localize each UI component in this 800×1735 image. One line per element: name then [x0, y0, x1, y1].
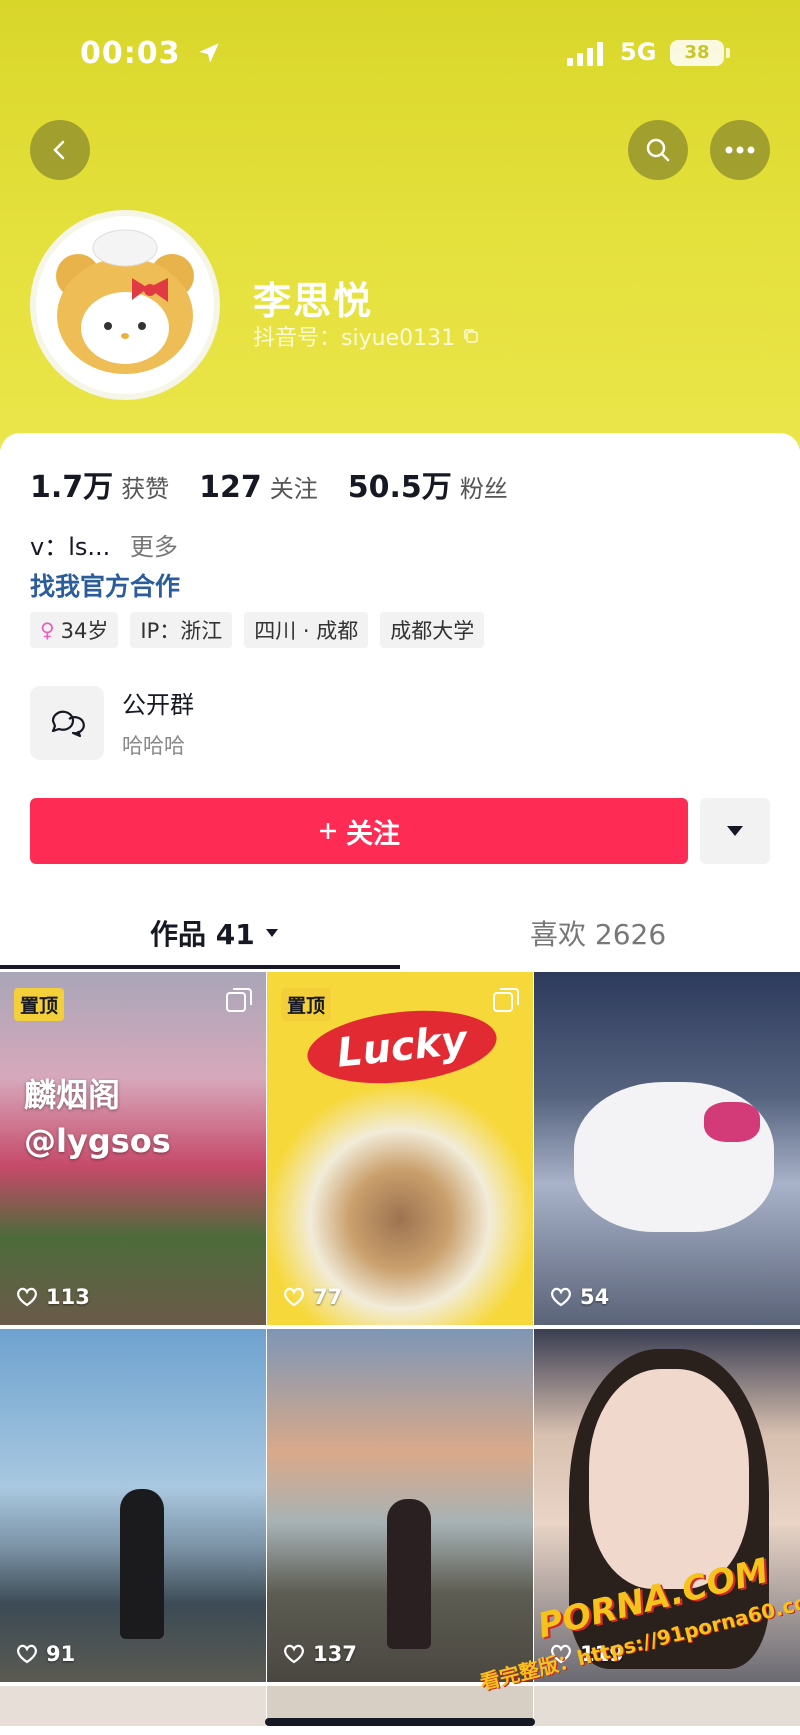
post-like-count: 113	[16, 1285, 90, 1309]
heart-icon	[17, 1287, 37, 1307]
stat-following-value: 127	[199, 470, 262, 505]
search-button[interactable]	[628, 120, 688, 180]
bio: v：ls... 更多	[30, 527, 178, 562]
post-thumbnail[interactable]: Lucky 置顶 77	[267, 972, 533, 1325]
group-title: 公开群	[122, 691, 194, 719]
caret-down-icon	[727, 826, 743, 836]
lucky-logo: Lucky	[303, 1002, 501, 1092]
tag-location-label: 四川 · 成都	[254, 619, 359, 643]
person-silhouette-image	[387, 1499, 431, 1649]
douyin-id[interactable]: 抖音号：siyue0131	[253, 320, 479, 352]
stat-likes[interactable]: 1.7万 获赞	[30, 462, 169, 506]
person-silhouette-image	[120, 1489, 164, 1639]
stat-following[interactable]: 127 关注	[199, 469, 318, 505]
status-bar: 00:03 5G 38	[0, 30, 800, 80]
douyin-id-text: 抖音号：siyue0131	[253, 326, 456, 351]
profile-name: 李思悦	[253, 279, 374, 323]
post-overlay-line1: 麟烟阁	[24, 1076, 121, 1114]
tag-ip: IP：浙江	[130, 612, 233, 648]
stat-likes-value: 1.7万	[30, 470, 114, 505]
tab-active-indicator	[0, 965, 400, 969]
group-icon-box	[30, 685, 104, 760]
plus-icon	[320, 823, 336, 839]
chevron-left-icon	[53, 140, 65, 160]
cake-bow-image	[704, 1102, 760, 1142]
follow-button-label: 关注	[346, 818, 400, 850]
tab-likes[interactable]: 喜欢 2626	[530, 913, 666, 953]
recommend-dropdown-button[interactable]	[700, 798, 770, 864]
tab-likes-label: 喜欢 2626	[530, 918, 667, 951]
search-icon	[646, 138, 670, 162]
post-thumbnail[interactable]	[534, 1686, 800, 1726]
bio-more-link[interactable]: 更多	[130, 533, 178, 561]
pinned-badge: 置顶	[14, 988, 65, 1021]
battery-icon: 38	[670, 40, 724, 66]
heart-icon	[17, 1644, 37, 1664]
status-time: 00:03	[80, 36, 181, 71]
chat-bubbles-icon	[51, 710, 85, 737]
post-like-count: 91	[16, 1642, 75, 1666]
tab-works-label: 作品 41	[150, 918, 255, 951]
home-indicator	[265, 1718, 535, 1726]
female-icon: ♀	[40, 618, 55, 642]
cooperation-link[interactable]: 找我官方合作	[30, 567, 180, 603]
more-dots-icon	[725, 146, 755, 154]
gallery-icon	[226, 988, 252, 1012]
avatar-hello-kitty-bear-image	[36, 216, 214, 394]
group-subtitle: 哈哈哈	[122, 734, 185, 758]
gallery-icon	[493, 988, 519, 1012]
stat-followers[interactable]: 50.5万 粉丝	[348, 462, 508, 506]
post-thumbnail[interactable]	[0, 1686, 266, 1726]
public-group-entry[interactable]: 公开群 哈哈哈	[30, 685, 194, 760]
bio-text: v：ls...	[30, 533, 111, 561]
more-button[interactable]	[710, 120, 770, 180]
stat-following-label: 关注	[269, 475, 318, 503]
tag-location: 四川 · 成都	[244, 612, 369, 648]
copy-icon[interactable]	[463, 328, 479, 344]
tag-school[interactable]: 成都大学	[380, 612, 485, 648]
post-like-value: 77	[313, 1285, 343, 1309]
post-thumbnail[interactable]: 91	[0, 1329, 266, 1682]
heart-icon	[284, 1287, 304, 1307]
caret-down-icon	[265, 929, 278, 937]
post-overlay-text: 麟烟阁 @lygsos	[24, 1072, 171, 1164]
profile-tags: ♀ 34岁 IP：浙江 四川 · 成都 成都大学	[30, 612, 485, 648]
portrait-face-image	[589, 1369, 749, 1589]
tag-age: ♀ 34岁	[30, 612, 119, 648]
post-like-count: 54	[550, 1285, 609, 1309]
stat-followers-value: 50.5万	[347, 470, 452, 505]
post-like-count: 77	[283, 1285, 342, 1309]
follow-button[interactable]: 关注	[30, 798, 688, 864]
tag-school-label: 成都大学	[390, 619, 475, 643]
tag-age-label: 34岁	[60, 619, 109, 643]
back-button[interactable]	[30, 120, 90, 180]
post-like-value: 137	[313, 1642, 357, 1666]
post-like-count: 137	[283, 1642, 357, 1666]
post-like-value: 54	[580, 1285, 610, 1309]
stat-likes-label: 获赞	[121, 475, 170, 503]
tag-ip-label: IP：浙江	[140, 619, 223, 643]
post-like-value: 91	[46, 1642, 76, 1666]
pinned-badge: 置顶	[281, 988, 332, 1021]
post-like-value: 113	[46, 1285, 90, 1309]
tab-works[interactable]: 作品 41	[150, 913, 279, 953]
avatar[interactable]	[30, 210, 220, 400]
post-thumbnail[interactable]: 54	[534, 972, 800, 1325]
stat-followers-label: 粉丝	[459, 475, 508, 503]
battery-tip	[726, 48, 730, 58]
content-tabs: 作品 41 喜欢 2626	[0, 895, 800, 970]
network-type: 5G	[620, 38, 657, 66]
stats-row: 1.7万 获赞 127 关注 50.5万 粉丝	[30, 462, 538, 506]
signal-icon	[567, 42, 603, 66]
heart-icon	[284, 1644, 304, 1664]
location-arrow-icon	[199, 43, 219, 63]
heart-icon	[551, 1287, 571, 1307]
post-thumbnail[interactable]: 置顶 麟烟阁 @lygsos 113	[0, 972, 266, 1325]
post-overlay-line2: @lygsos	[24, 1122, 171, 1160]
group-text: 公开群 哈哈哈	[122, 685, 194, 760]
